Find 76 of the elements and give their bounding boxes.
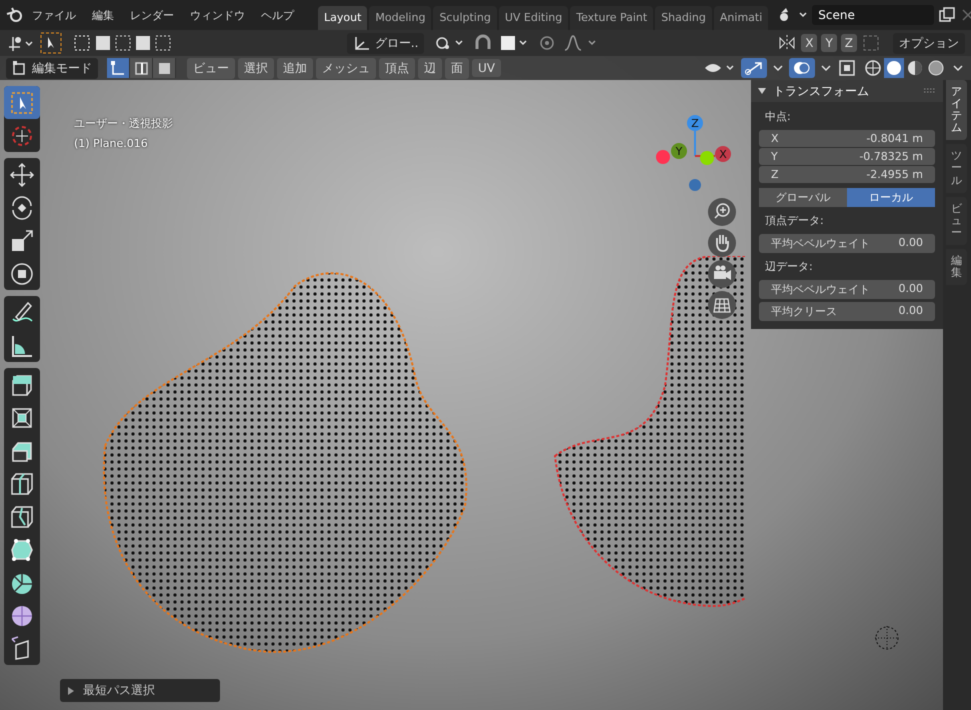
gizmo-toggle-icon[interactable] (741, 58, 767, 78)
menu-item[interactable]: ファイル (26, 8, 82, 22)
camera-icon[interactable] (708, 260, 736, 288)
select-mode-icon[interactable] (72, 33, 172, 53)
header-menu[interactable]: ビュー (187, 58, 235, 78)
header-menu[interactable]: 追加 (277, 58, 313, 78)
axis-handle[interactable]: Y (671, 143, 687, 159)
select-mode-button[interactable] (107, 58, 130, 78)
header-menu[interactable]: 面 (445, 58, 469, 78)
sidebar-tab[interactable]: ツール (946, 144, 967, 193)
axis-dot[interactable] (700, 151, 714, 165)
axis-toggle[interactable]: Y (821, 34, 837, 52)
axis-toggle[interactable]: Z (840, 34, 858, 52)
value-field[interactable]: 平均クリース 0.00 (759, 302, 935, 321)
select-mode-button[interactable] (153, 58, 176, 78)
menu-item[interactable]: ヘルプ (255, 8, 300, 22)
coordinate-field[interactable]: X -0.8041 m (759, 130, 935, 147)
empty-object-icon (873, 624, 901, 652)
value-field[interactable]: 平均ベベルウェイト 0.00 (759, 234, 935, 253)
orientation-label: グロー.. (374, 34, 418, 52)
coordinate-field[interactable]: Y -0.78325 m (759, 148, 935, 165)
workspace-tab[interactable]: Modeling (369, 6, 432, 30)
header-menu[interactable]: UV (472, 59, 501, 77)
menu-item[interactable]: 編集 (86, 8, 120, 22)
select-mode-button[interactable] (130, 58, 153, 78)
view-name: ユーザー・透視投影 (74, 116, 173, 131)
sidebar-tab[interactable]: ビュー (946, 196, 967, 245)
section-label: 中点: (764, 109, 792, 125)
space-toggle-button[interactable]: ローカル (847, 188, 935, 207)
axis-dot[interactable] (689, 179, 701, 191)
workspace-tab[interactable]: Animati (714, 6, 768, 30)
axis-handle[interactable]: X (715, 146, 731, 162)
menu-item[interactable]: レンダー (124, 8, 180, 22)
header-menu[interactable]: 選択 (238, 58, 274, 78)
space-toggle-button[interactable]: グローバル (759, 188, 847, 207)
header-menu[interactable]: メッシュ (316, 58, 376, 78)
axis-handle[interactable]: Z (687, 115, 703, 131)
copy-icon[interactable] (938, 6, 956, 24)
workspace-tab[interactable]: Sculpting (433, 6, 497, 30)
zoom-icon[interactable] (708, 198, 736, 226)
header-menu[interactable]: 辺 (418, 58, 442, 78)
menu-item[interactable]: ウィンドウ (184, 8, 251, 22)
edit-mode-icon[interactable] (12, 60, 28, 76)
last-operator-panel[interactable]: 最短パス選択 (60, 679, 220, 702)
blender-logo-icon[interactable] (6, 7, 22, 23)
grid-icon[interactable] (708, 291, 736, 319)
sidebar-tab[interactable]: アイテム (946, 80, 967, 140)
section-label: 辺データ: (764, 259, 814, 275)
last-operator-title: 最短パス選択 (83, 682, 155, 699)
mode-dropdown[interactable]: 編集モード (6, 58, 98, 78)
overlay-toggle-icon[interactable] (789, 58, 815, 78)
hand-icon[interactable] (708, 229, 736, 257)
collapse-triangle-icon[interactable] (757, 86, 767, 96)
axis-toggle[interactable]: X (801, 34, 818, 52)
workspace-tab[interactable]: Texture Paint (570, 6, 654, 30)
expand-triangle-icon[interactable] (67, 686, 75, 696)
section-label: 頂点データ: (764, 213, 825, 229)
workspace-tab[interactable]: Layout (318, 6, 368, 30)
coordinate-field[interactable]: Z -2.4955 m (759, 166, 935, 183)
orientation-axes-icon[interactable] (352, 35, 371, 51)
value-field[interactable]: 平均ベベルウェイト 0.00 (759, 280, 935, 299)
header-menu[interactable]: 頂点 (379, 58, 415, 78)
scene-icon[interactable] (778, 7, 808, 23)
options-dropdown[interactable]: オプション (893, 32, 966, 54)
mode-label: 編集モード (32, 60, 92, 76)
vertex-mode-icon (109, 59, 127, 77)
axis-dot[interactable] (656, 150, 670, 164)
scene-name-field[interactable]: Scene (812, 5, 934, 25)
orientation-dropdown[interactable]: グロー.. (346, 32, 424, 54)
move-arrows-icon (8, 160, 36, 188)
workspace-tab[interactable]: UV Editing (498, 6, 568, 30)
workspace-tab[interactable]: Shading (655, 6, 712, 30)
object-name: (1) Plane.016 (74, 137, 149, 150)
drag-handle-icon[interactable] (923, 88, 937, 94)
sidebar-tab[interactable]: 編集 (946, 248, 967, 286)
panel-title: トランスフォーム (773, 82, 870, 100)
